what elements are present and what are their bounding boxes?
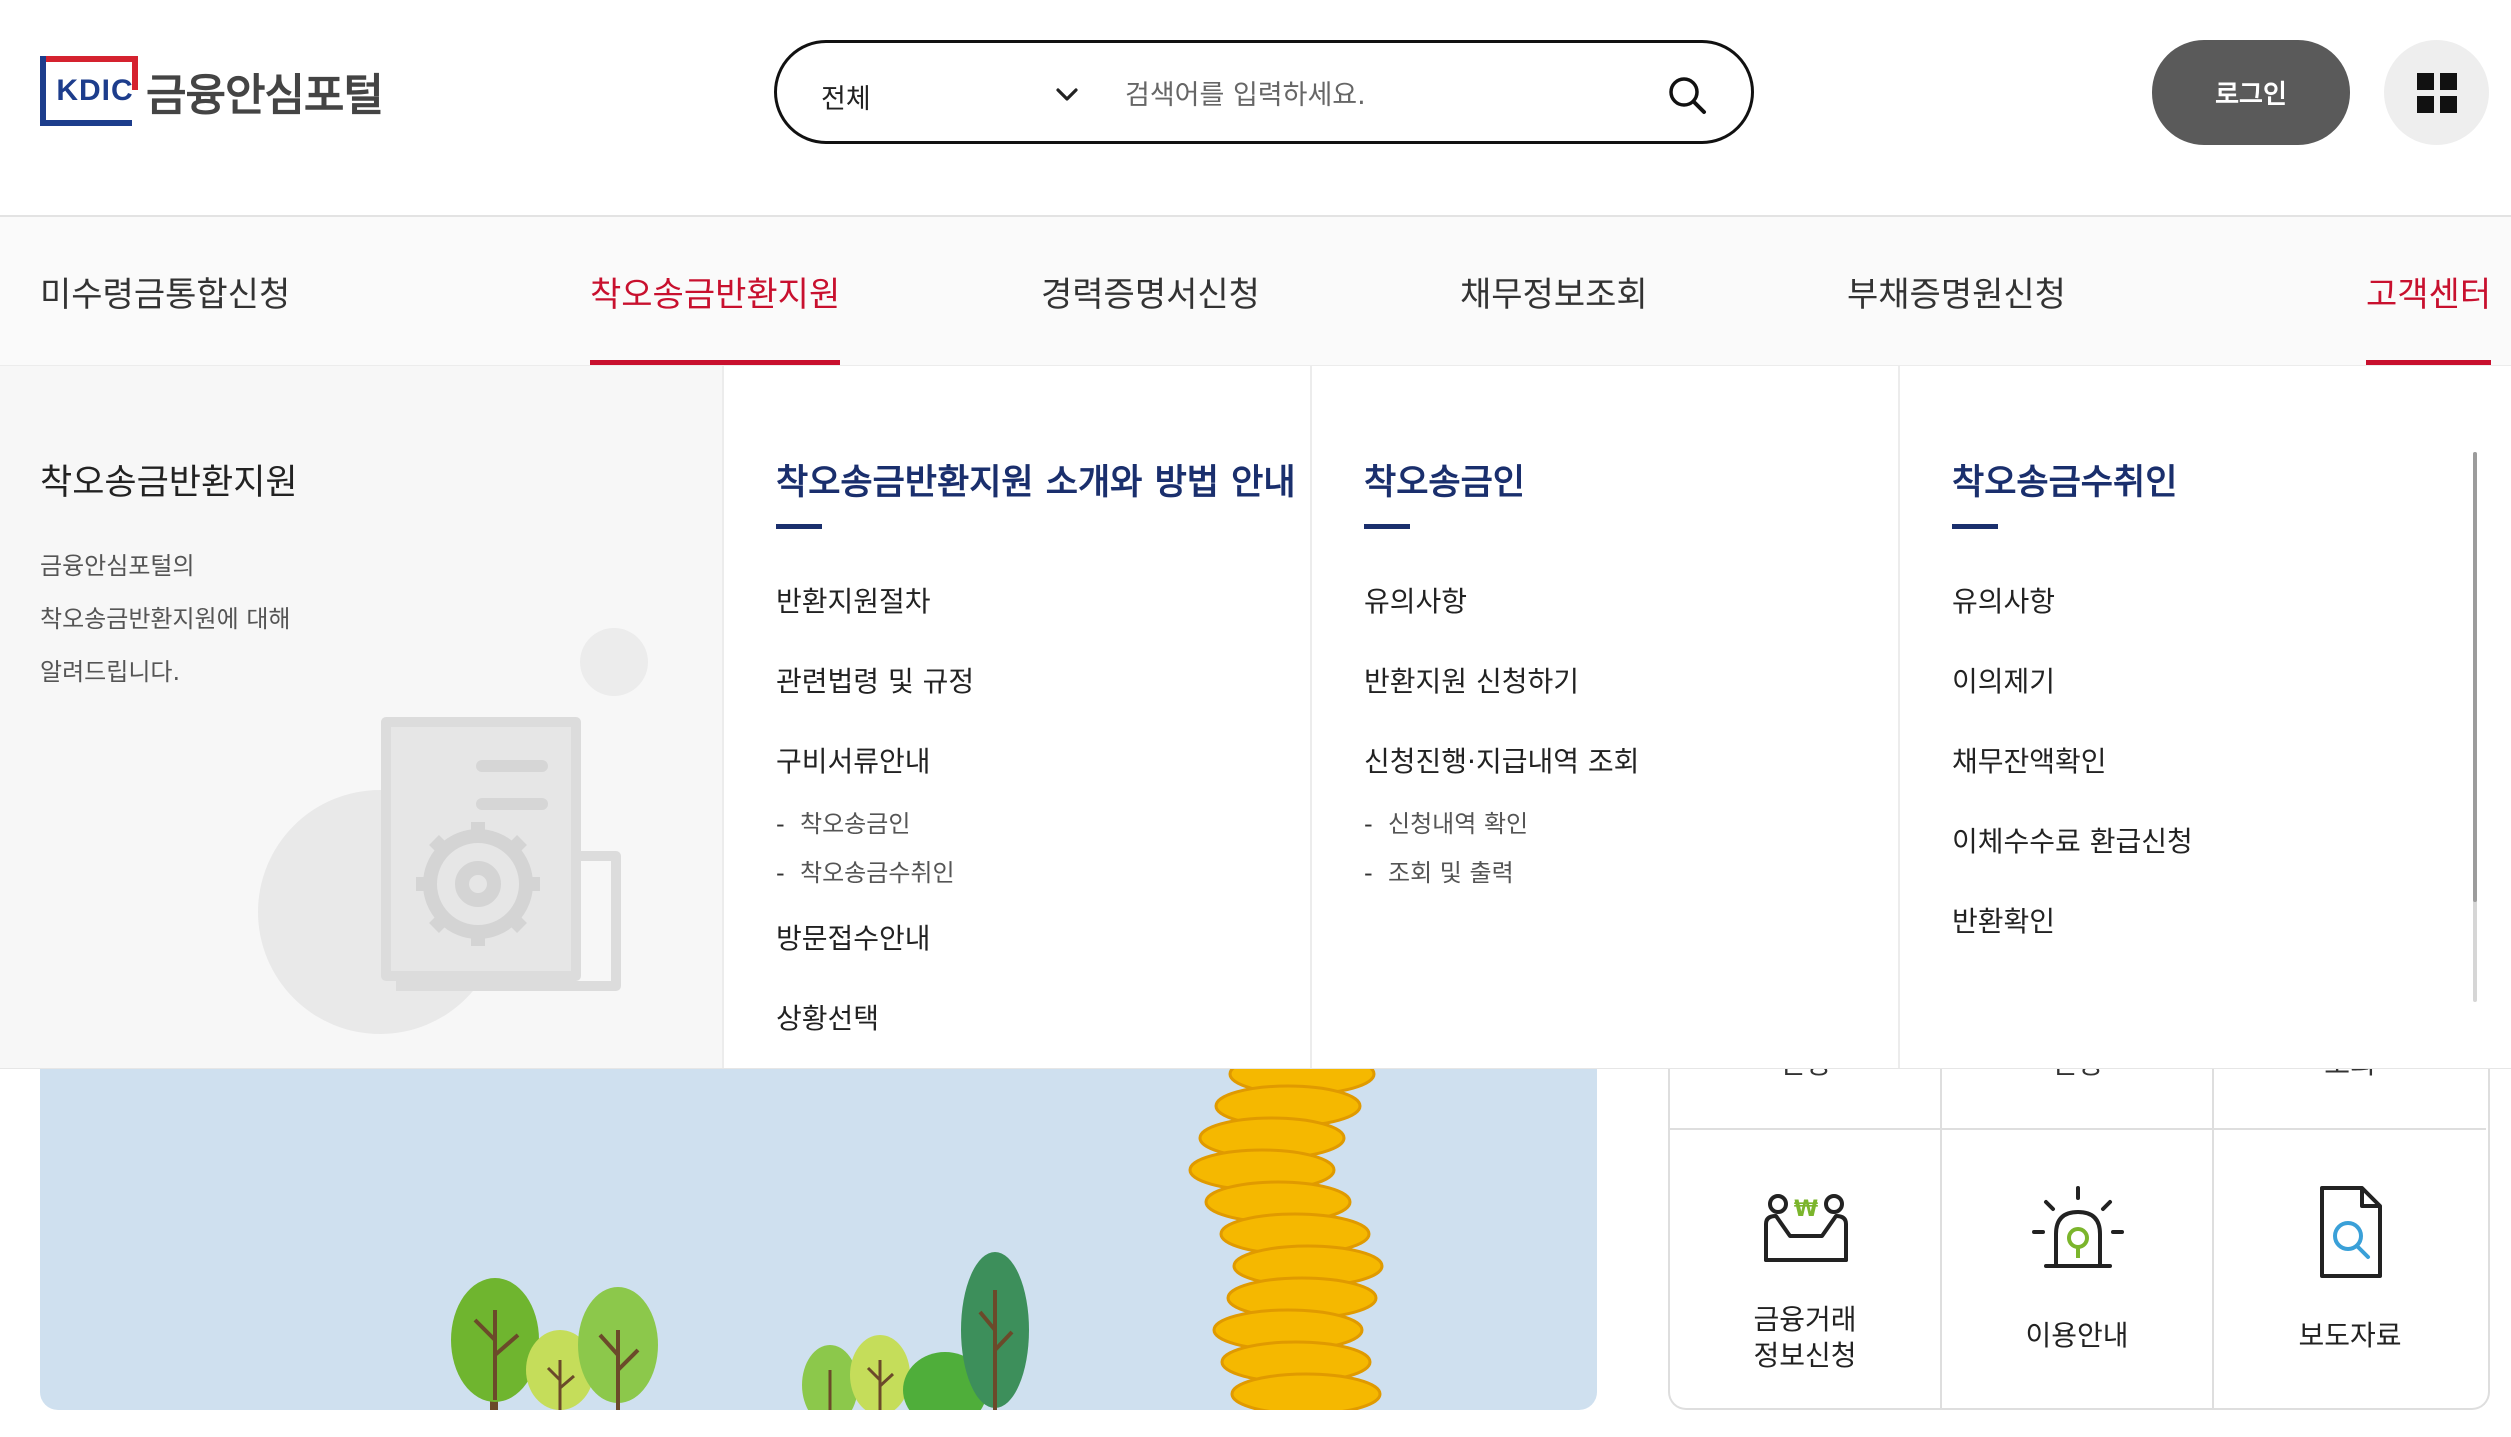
nav-item-unclaimed[interactable]: 미수령금통합신청 [40, 217, 290, 365]
menu-sublink-recipient[interactable]: 착오송금수취인 [776, 853, 955, 888]
title-underline [1364, 524, 1410, 529]
quick-tile-guide[interactable]: 이용안내 [1942, 1130, 2214, 1408]
quick-tile-label: 금융거래 정보신청 [1753, 1303, 1857, 1372]
menu-link-laws[interactable]: 관련법령 및 규정 [776, 660, 974, 700]
menu-link-progress-inquiry[interactable]: 신청진행·지급내역 조회 [1364, 740, 1639, 780]
nav-item-customer-center[interactable]: 고객센터 [2366, 217, 2492, 365]
menu-link-visit-reception[interactable]: 방문접수안내 [776, 917, 931, 957]
menu-link-documents[interactable]: 구비서류안내 [776, 740, 931, 780]
menu-link-return-confirm[interactable]: 반환확인 [1952, 900, 2055, 940]
dropdown-intro-title: 착오송금반환지원 [40, 463, 298, 503]
nav-item-debt-cert[interactable]: 부채증명원신청 [1847, 217, 2066, 365]
kdic-logo-mark: KDIC [40, 56, 138, 126]
login-button[interactable]: 로그인 [2152, 40, 2350, 145]
search-bar: 전체 [774, 40, 1754, 144]
dropdown-column-recipient: 착오송금수취인 유의사항 이의제기 채무잔액확인 이체수수료 환급신청 반환확인 [1898, 366, 2511, 1068]
quick-tile-label: 보도자료 [2298, 1319, 2402, 1352]
title-underline [776, 524, 822, 529]
menu-link-notice[interactable]: 유의사항 [1952, 580, 2055, 620]
logo-site-name: 금융안심포털 [146, 70, 384, 121]
mega-menu-dropdown: 착오송금반환지원 금융안심포털의 착오송금반환지원에 대해 알려드립니다. 착오… [0, 366, 2511, 1069]
siren-icon [2032, 1186, 2124, 1268]
menu-sublink-inquiry-print[interactable]: 조회 및 출력 [1364, 853, 1514, 888]
document-search-icon [2320, 1186, 2382, 1278]
dropdown-column-intro-guide: 착오송금반환지원 소개와 방법 안내 반환지원절차 관련법령 및 규정 구비서류… [722, 366, 1310, 1068]
menu-link-objection[interactable]: 이의제기 [1952, 660, 2055, 700]
menu-sublink-sender[interactable]: 착오송금인 [776, 804, 910, 839]
menu-link-return-procedure[interactable]: 반환지원절차 [776, 580, 931, 620]
search-icon [1669, 77, 1706, 114]
search-input[interactable] [1125, 67, 1625, 123]
nav-item-career-cert[interactable]: 경력증명서신청 [1041, 217, 1260, 365]
dropdown-intro: 착오송금반환지원 금융안심포털의 착오송금반환지원에 대해 알려드립니다. [0, 366, 722, 1068]
menu-link-notice[interactable]: 유의사항 [1364, 580, 1467, 620]
svg-text:₩: ₩ [1794, 1197, 1818, 1222]
dropdown-column-sender: 착오송금인 유의사항 반환지원 신청하기 신청진행·지급내역 조회 신청내역 확… [1310, 366, 1898, 1068]
dropdown-column-title[interactable]: 착오송금반환지원 소개와 방법 안내 [776, 454, 1296, 505]
dropdown-scrollbar[interactable] [2473, 452, 2477, 1002]
main-nav: 미수령금통합신청 착오송금반환지원 경력증명서신청 채무정보조회 부채증명원신청… [0, 217, 2511, 366]
dropdown-column-title[interactable]: 착오송금수취인 [1952, 454, 2177, 505]
handshake-icon: ₩ [1764, 1194, 1848, 1262]
menu-link-apply-return[interactable]: 반환지원 신청하기 [1364, 660, 1579, 700]
grid-menu-icon [2416, 72, 2457, 113]
nav-item-debt-info[interactable]: 채무정보조회 [1460, 217, 1648, 365]
scrollbar-thumb[interactable] [2473, 452, 2477, 902]
menu-link-debt-balance[interactable]: 채무잔액확인 [1952, 740, 2107, 780]
menu-link-select-situation[interactable]: 상황선택 [776, 997, 879, 1037]
quick-tile-financial-info[interactable]: ₩ 금융거래 정보신청 [1670, 1130, 1942, 1408]
quick-tile-press[interactable]: 보도자료 [2214, 1130, 2486, 1408]
site-header: KDIC 금융안심포털 전체 로그인 [0, 0, 2511, 217]
title-underline [1952, 524, 1998, 529]
search-scope-select[interactable]: 전체 [821, 77, 871, 116]
nav-item-mistransfer[interactable]: 착오송금반환지원 [590, 217, 841, 365]
logo-letters: KDIC [56, 74, 134, 107]
document-gear-icon [258, 628, 648, 1034]
site-logo[interactable]: KDIC 금융안심포털 [40, 56, 384, 126]
all-menu-button[interactable] [2384, 40, 2489, 145]
menu-sublink-check-applications[interactable]: 신청내역 확인 [1364, 804, 1528, 839]
search-button[interactable] [1657, 65, 1717, 125]
menu-link-fee-refund[interactable]: 이체수수료 환급신청 [1952, 820, 2193, 860]
chevron-down-icon[interactable] [1039, 67, 1095, 123]
quick-tile-label: 이용안내 [2025, 1319, 2129, 1352]
dropdown-column-title[interactable]: 착오송금인 [1364, 454, 1525, 505]
